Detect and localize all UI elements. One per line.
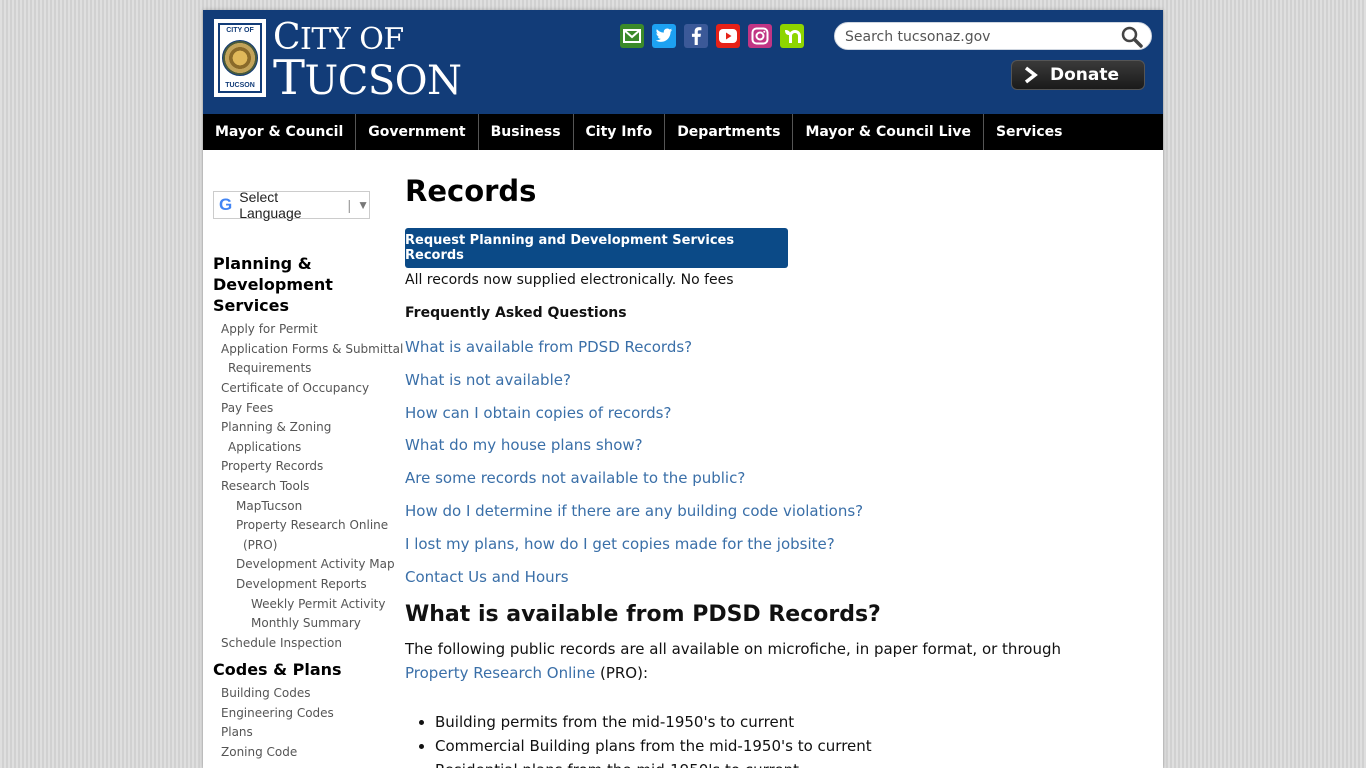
faq-link[interactable]: I lost my plans, how do I get copies mad… <box>405 535 835 553</box>
twitter-icon[interactable] <box>652 24 676 48</box>
sidebar-section-title[interactable]: Planning & Development Services <box>213 253 333 316</box>
youtube-icon[interactable] <box>716 24 740 48</box>
nav-item-mayor-council[interactable]: Mayor & Council <box>203 114 357 150</box>
sidebar-link[interactable]: Engineering Codes <box>221 704 334 724</box>
records-list: Building permits from the mid-1950's to … <box>405 710 872 768</box>
sidebar-link[interactable]: Planning & Zoning <box>221 418 331 438</box>
section-paragraph: The following public records are all ava… <box>405 640 1061 682</box>
instagram-icon[interactable] <box>748 24 772 48</box>
nav-item-services[interactable]: Services <box>984 114 1075 150</box>
language-select[interactable]: G Select Language | ▼ <box>213 189 370 221</box>
sidebar-link[interactable]: Applications <box>228 438 301 458</box>
nav-item-city-info[interactable]: City Info <box>574 114 666 150</box>
nextdoor-icon[interactable] <box>780 24 804 48</box>
sidebar-link[interactable]: Plans <box>221 723 253 743</box>
list-item: Building permits from the mid-1950's to … <box>435 710 872 734</box>
faq-link[interactable]: How do I determine if there are any buil… <box>405 502 863 520</box>
sidebar-link[interactable]: MapTucson <box>236 497 302 517</box>
sidebar-link[interactable]: Apply for Permit <box>221 320 318 340</box>
sidebar-link[interactable]: (PRO) <box>243 536 277 556</box>
sidebar-link[interactable]: Development Activity Map <box>236 555 395 575</box>
social-links <box>620 24 804 48</box>
sidebar-link[interactable]: Pay Fees <box>221 399 273 419</box>
nav-item-business[interactable]: Business <box>479 114 574 150</box>
donate-button[interactable]: Donate <box>1011 60 1145 90</box>
faq-heading: Frequently Asked Questions <box>405 305 627 321</box>
sidebar-link[interactable]: Property Records <box>221 457 323 477</box>
list-item: Commercial Building plans from the mid-1… <box>435 734 872 758</box>
language-label: Select Language <box>239 189 302 221</box>
facebook-icon[interactable] <box>684 24 708 48</box>
city-seal-logo[interactable]: CITY OF TUCSON <box>214 19 266 97</box>
sidebar-link[interactable]: Weekly Permit Activity <box>251 595 385 615</box>
faq-link[interactable]: What is not available? <box>405 371 571 389</box>
dropdown-arrow-icon: ▼ <box>357 198 369 212</box>
sidebar-link[interactable]: Schedule Inspection <box>221 634 342 654</box>
sidebar-link[interactable]: Zoning Code <box>221 743 297 763</box>
site-header: CITY OF TUCSON CITY OF TUCSON Search tuc… <box>203 10 1163 114</box>
request-records-button[interactable]: Request Planning and Development Service… <box>405 228 788 268</box>
main-nav: Mayor & Council Government Business City… <box>203 114 1163 150</box>
sidebar-link[interactable]: Monthly Summary <box>251 614 361 634</box>
records-note: All records now supplied electronically.… <box>405 272 734 288</box>
sidebar-link[interactable]: Building Codes <box>221 684 310 704</box>
list-item: Residential plans from the mid-1950's to… <box>435 758 872 768</box>
search-input[interactable] <box>843 26 1117 48</box>
faq-link[interactable]: What do my house plans show? <box>405 436 643 454</box>
sidebar-section-title-codes[interactable]: Codes & Plans <box>213 659 342 680</box>
sidebar-link[interactable]: Research Tools <box>221 477 309 497</box>
faq-link[interactable]: How can I obtain copies of records? <box>405 404 671 422</box>
nav-item-departments[interactable]: Departments <box>665 114 794 150</box>
seal-text-bottom: TUCSON <box>225 82 255 89</box>
nav-item-mayor-council-live[interactable]: Mayor & Council Live <box>793 114 984 150</box>
page-title: Records <box>405 174 537 208</box>
sidebar-link[interactable]: Requirements <box>228 359 311 379</box>
city-wordmark[interactable]: CITY OF TUCSON <box>273 20 462 103</box>
sidebar-link[interactable]: Application Forms & Submittal <box>221 340 403 360</box>
site-search <box>834 22 1152 50</box>
faq-link[interactable]: Are some records not available to the pu… <box>405 469 745 487</box>
email-icon[interactable] <box>620 24 644 48</box>
search-icon[interactable] <box>1121 26 1143 48</box>
pro-link[interactable]: Property Research Online <box>405 664 595 682</box>
sidebar-link[interactable]: Certificate of Occupancy <box>221 379 369 399</box>
sidebar-link[interactable]: Development Reports <box>236 575 367 595</box>
faq-link[interactable]: Contact Us and Hours <box>405 568 569 586</box>
page: CITY OF TUCSON CITY OF TUCSON Search tuc… <box>203 10 1163 768</box>
faq-link[interactable]: What is available from PDSD Records? <box>405 338 692 356</box>
donate-label: Donate <box>1050 65 1120 85</box>
seal-text-top: CITY OF <box>226 27 254 34</box>
section-heading: What is available from PDSD Records? <box>405 602 881 627</box>
chevron-right-icon <box>1024 66 1038 84</box>
sidebar-link[interactable]: Property Research Online <box>236 516 388 536</box>
nav-item-government[interactable]: Government <box>356 114 479 150</box>
google-icon: G <box>219 195 233 214</box>
seal-emblem <box>222 40 258 76</box>
